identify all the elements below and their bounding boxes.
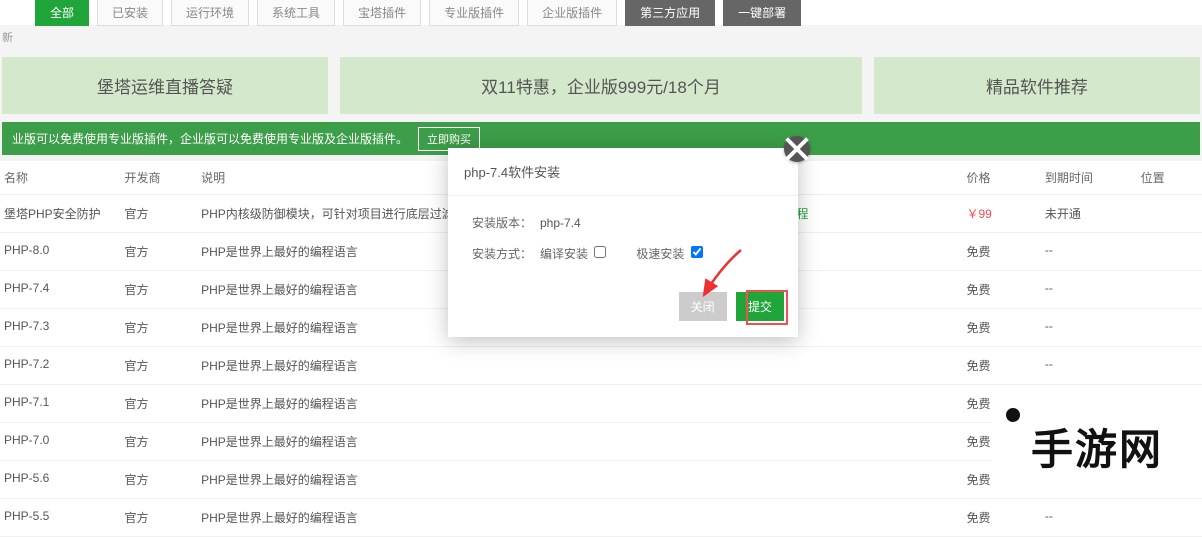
cell-price: 免费 [966, 509, 1044, 526]
cell-name: PHP-7.4 [4, 281, 125, 298]
cell-dev: 官方 [125, 471, 202, 488]
version-label: 安装版本： [472, 214, 540, 231]
cell-expire: -- [1045, 243, 1141, 260]
nav-tab-ent-plugins[interactable]: 企业版插件 [527, 0, 617, 26]
cell-expire: 未开通 [1045, 205, 1141, 222]
table-row[interactable]: PHP-7.2官方PHP是世界上最好的编程语言 免费-- [0, 347, 1202, 385]
cell-dev: 官方 [125, 281, 202, 298]
modal-title: php-7.4软件安装 [448, 148, 798, 196]
promo-text: 业版可以免费使用专业版插件，企业版可以免费使用专业版及企业版插件。 [2, 124, 418, 153]
cell-desc: PHP是世界上最好的编程语言 [201, 395, 737, 412]
cell-price: 免费 [966, 319, 1044, 336]
close-icon[interactable] [784, 136, 810, 162]
banner-promo[interactable]: 双11特惠，企业版999元/18个月 [340, 57, 862, 114]
cell-expire: -- [1045, 281, 1141, 298]
cell-name: PHP-5.5 [4, 509, 125, 526]
cell-dev: 官方 [125, 433, 202, 450]
cell-name: PHP-7.0 [4, 433, 125, 450]
submit-button[interactable]: 提交 [736, 292, 784, 321]
cell-desc: PHP是世界上最好的编程语言 [201, 433, 737, 450]
nav-tab-runtime[interactable]: 运行环境 [171, 0, 249, 26]
nav-tab-bt-plugins[interactable]: 宝塔插件 [343, 0, 421, 26]
cell-name: 堡塔PHP安全防护 [4, 205, 125, 222]
cell-name: PHP-7.2 [4, 357, 125, 374]
cancel-button[interactable]: 关闭 [679, 292, 727, 321]
refresh-indicator: 新 [0, 25, 1202, 49]
cell-name: PHP-5.6 [4, 471, 125, 488]
banner-live[interactable]: 堡塔运维直播答疑 [2, 57, 328, 114]
fast-checkbox[interactable] [691, 246, 703, 258]
col-price: 价格 [966, 169, 1044, 186]
col-name: 名称 [4, 169, 125, 186]
logo-text: 手游网 [1031, 416, 1163, 477]
cell-expire: -- [1045, 357, 1141, 374]
cell-price: 免费 [966, 243, 1044, 260]
cell-dev: 官方 [125, 395, 202, 412]
buy-now-button[interactable]: 立即购买 [418, 127, 480, 151]
banner-recommend[interactable]: 精品软件推荐 [874, 57, 1200, 114]
banners: 堡塔运维直播答疑 双11特惠，企业版999元/18个月 精品软件推荐 [0, 57, 1202, 122]
cell-dev: 官方 [125, 319, 202, 336]
cell-name: PHP-7.3 [4, 319, 125, 336]
method-compile-label: 编译安装 [540, 247, 588, 261]
col-expire: 到期时间 [1045, 169, 1141, 186]
cell-desc: PHP是世界上最好的编程语言 [201, 471, 737, 488]
version-value: php-7.4 [540, 216, 581, 230]
cell-desc: PHP是世界上最好的编程语言 [201, 357, 737, 374]
cell-expire: -- [1045, 319, 1141, 336]
nav-tab-thirdparty[interactable]: 第三方应用 [625, 0, 715, 26]
cell-price: 免费 [966, 281, 1044, 298]
nav-tab-pro-plugins[interactable]: 专业版插件 [429, 0, 519, 26]
table-row[interactable]: PHP-5.5官方PHP是世界上最好的编程语言 免费-- [0, 499, 1202, 537]
cell-name: PHP-8.0 [4, 243, 125, 260]
cell-dev: 官方 [125, 243, 202, 260]
nav-tab-installed[interactable]: 已安装 [97, 0, 163, 26]
nav-tab-deploy[interactable]: 一键部署 [723, 0, 801, 26]
nav-tab-systools[interactable]: 系统工具 [257, 0, 335, 26]
col-dev: 开发商 [125, 169, 202, 186]
top-nav: 全部 已安装 运行环境 系统工具 宝塔插件 专业版插件 企业版插件 第三方应用 … [0, 0, 1202, 25]
cell-dev: 官方 [125, 357, 202, 374]
cell-desc: PHP是世界上最好的编程语言 [201, 509, 737, 526]
install-modal: php-7.4软件安装 安装版本： php-7.4 安装方式： 编译安装 极速安… [448, 148, 798, 337]
cell-price: ￥99 [966, 205, 1044, 222]
cell-dev: 官方 [125, 205, 202, 222]
cell-name: PHP-7.1 [4, 395, 125, 412]
cell-dev: 官方 [125, 509, 202, 526]
cell-price: 免费 [966, 357, 1044, 374]
watermark-logo: 手游网 [992, 402, 1202, 490]
method-fast-label: 极速安装 [636, 247, 684, 261]
col-pos: 位置 [1141, 169, 1198, 186]
method-label: 安装方式： [472, 245, 540, 262]
compile-checkbox[interactable] [594, 246, 606, 258]
cell-expire: -- [1045, 509, 1141, 526]
nav-tab-all[interactable]: 全部 [35, 0, 89, 26]
